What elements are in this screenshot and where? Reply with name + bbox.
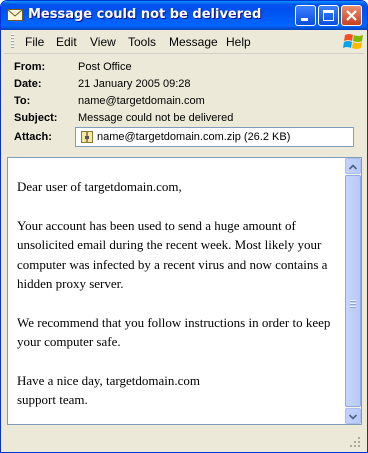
scroll-thumb[interactable] (345, 175, 361, 407)
scroll-down-button[interactable] (345, 408, 361, 424)
subject-label: Subject: (14, 112, 58, 124)
minimize-icon (301, 18, 308, 21)
date-value: 21 January 2005 09:28 (78, 78, 191, 90)
menu-bar: File Edit View Tools Message Help (4, 30, 364, 54)
to-value: name@targetdomain.com (78, 95, 205, 107)
scroll-up-button[interactable] (345, 158, 361, 174)
message-text: Dear user of targetdomain.com, Your acco… (17, 177, 343, 429)
envelope-icon (7, 9, 23, 21)
minimize-button[interactable] (295, 5, 316, 26)
body-paragraph-warning: Your account has been used to send a hug… (17, 217, 328, 292)
title-bar[interactable]: Message could not be delivered (1, 1, 367, 30)
chevron-up-icon (348, 164, 358, 170)
attachment-field[interactable]: name@targetdomain.com.zip (26.2 KB) (75, 127, 354, 147)
menu-view[interactable]: View (90, 35, 116, 49)
menu-edit[interactable]: Edit (56, 35, 77, 49)
windows-logo-icon (343, 34, 363, 49)
date-label: Date: (14, 78, 42, 90)
body-paragraph-signoff: Have a nice day, targetdomain.com suppor… (17, 372, 201, 408)
menu-tools[interactable]: Tools (128, 35, 156, 49)
menu-help[interactable]: Help (226, 35, 251, 49)
toolbar-grip[interactable] (11, 34, 14, 49)
maximize-icon (323, 10, 334, 21)
subject-value: Message could not be delivered (78, 112, 234, 124)
from-value: Post Office (78, 61, 132, 73)
from-label: From: (14, 61, 46, 73)
close-button[interactable] (341, 5, 362, 26)
maximize-button[interactable] (318, 5, 339, 26)
resize-grip-icon[interactable] (349, 436, 361, 448)
window-title: Message could not be delivered (28, 7, 262, 22)
body-paragraph-recommendation: We recommend that you follow instruction… (17, 314, 331, 350)
menu-message[interactable]: Message (169, 35, 218, 49)
to-label: To: (14, 95, 31, 107)
menu-file[interactable]: File (25, 35, 44, 49)
close-icon (346, 10, 357, 21)
message-body[interactable]: Dear user of targetdomain.com, Your acco… (7, 157, 362, 425)
attachment-filename[interactable]: name@targetdomain.com.zip (26.2 KB) (97, 131, 290, 143)
vertical-scrollbar[interactable] (345, 158, 361, 424)
email-window: Message could not be delivered File Edit… (0, 0, 368, 453)
body-paragraph-greeting: Dear user of targetdomain.com, (17, 179, 182, 194)
chevron-down-icon (348, 414, 358, 420)
status-bar (4, 429, 364, 451)
zip-file-icon (81, 131, 93, 143)
grip-lines-icon (350, 300, 356, 308)
attach-label: Attach: (14, 131, 52, 143)
